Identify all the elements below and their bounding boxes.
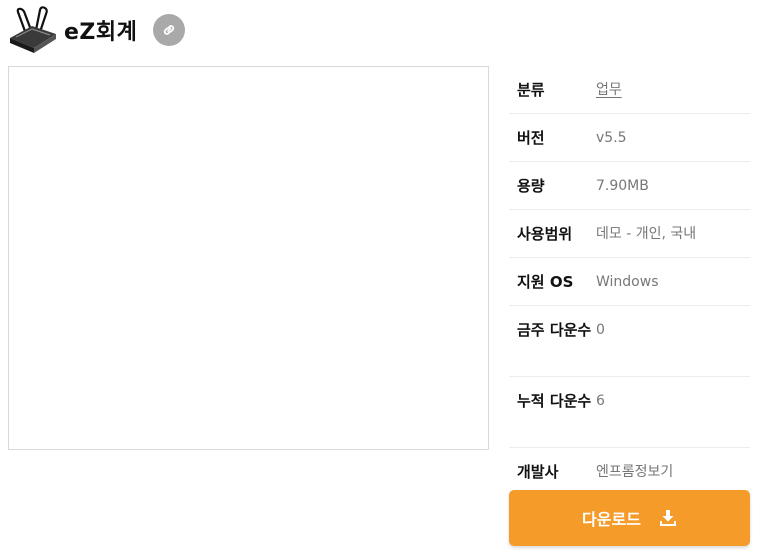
app-title: eZ회계 xyxy=(64,20,138,45)
binder-clip-icon xyxy=(10,6,56,53)
detail-row-size: 용량 7.90MB xyxy=(509,162,750,210)
detail-value: v5.5 xyxy=(596,130,627,146)
detail-value: 엔프롬정보기 xyxy=(596,464,674,480)
details-table: 분류 업무 버전 v5.5 용량 7.90MB 사용범위 데모 - 개인, 국내… xyxy=(509,66,750,495)
screenshot-preview xyxy=(8,66,489,450)
detail-value: 0 xyxy=(596,322,605,338)
detail-value: 데모 - 개인, 국내 xyxy=(596,226,697,242)
detail-label: 누적 다운수 xyxy=(517,392,592,410)
detail-label: 지원 OS xyxy=(517,273,574,291)
detail-label: 버전 xyxy=(517,129,545,147)
detail-row-version: 버전 v5.5 xyxy=(509,114,750,162)
download-icon xyxy=(659,509,677,527)
detail-value: Windows xyxy=(596,274,659,290)
detail-label: 용량 xyxy=(517,177,545,195)
detail-row-category: 분류 업무 xyxy=(509,66,750,114)
detail-row-weekly-downloads: 금주 다운수 0 xyxy=(509,306,750,377)
detail-value: 7.90MB xyxy=(596,178,649,194)
detail-label: 사용범위 xyxy=(517,225,573,243)
category-link[interactable]: 업무 xyxy=(596,78,622,102)
copy-link-button[interactable] xyxy=(153,14,186,46)
app-header: eZ회계 xyxy=(6,4,186,56)
detail-row-total-downloads: 누적 다운수 6 xyxy=(509,377,750,448)
download-label: 다운로드 xyxy=(582,510,641,529)
download-button[interactable]: 다운로드 xyxy=(509,490,750,546)
detail-row-developer: 개발사 엔프롬정보기 xyxy=(509,448,750,495)
detail-row-os: 지원 OS Windows xyxy=(509,258,750,306)
detail-row-license: 사용범위 데모 - 개인, 국내 xyxy=(509,210,750,258)
detail-label: 분류 xyxy=(517,81,545,99)
detail-value: 6 xyxy=(596,393,605,409)
detail-label: 개발사 xyxy=(517,463,559,481)
detail-label: 금주 다운수 xyxy=(517,321,592,339)
link-icon xyxy=(164,25,175,35)
